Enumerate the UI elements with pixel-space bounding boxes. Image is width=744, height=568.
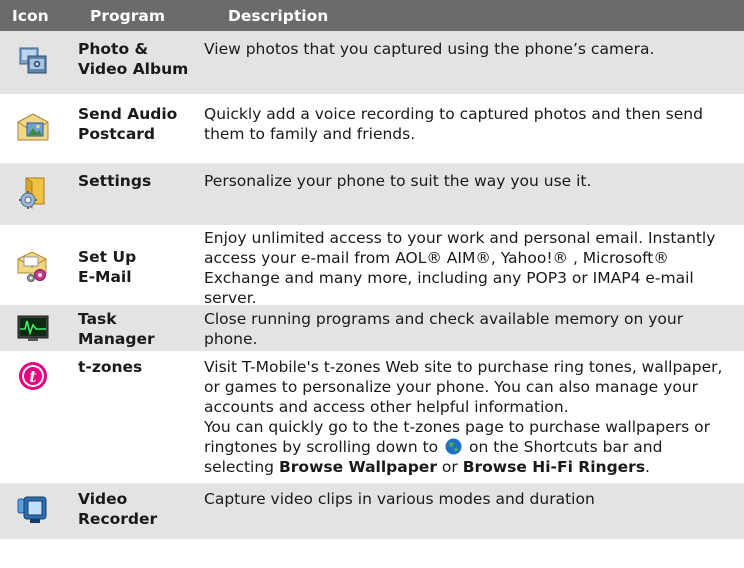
programs-table: Icon Program Description Photo & Video A…	[0, 0, 744, 539]
program-description: Personalize your phone to suit the way y…	[204, 172, 592, 190]
program-description: Close running programs and check availab…	[204, 310, 684, 348]
program-name: Photo & Video Album	[78, 40, 189, 78]
header-icon: Icon	[12, 6, 49, 25]
email-setup-icon	[17, 251, 47, 282]
program-description: Capture video clips in various modes and…	[204, 490, 595, 508]
table-row: Task Manager Close running programs and …	[0, 305, 744, 353]
globe-icon	[445, 438, 462, 455]
program-description: Enjoy unlimited access to your work and …	[204, 229, 716, 307]
audio-postcard-icon	[17, 113, 49, 141]
program-description: View photos that you captured using the …	[204, 40, 655, 58]
table-row: Set Up E-Mail Enjoy unlimited access to …	[0, 227, 744, 307]
program-name: Send Audio Postcard	[78, 105, 178, 143]
icon-cell	[0, 483, 66, 539]
icon-cell	[0, 227, 66, 303]
icon-cell	[0, 31, 66, 94]
video-recorder-icon	[17, 496, 47, 523]
program-name: Video Recorder	[78, 490, 158, 528]
program-name: t-zones	[78, 358, 143, 376]
photo-album-icon	[19, 47, 47, 74]
program-name: Task Manager	[78, 310, 155, 348]
table-row: t t-zones Visit T-Mobile's t-zones Web s…	[0, 353, 744, 483]
table-row: Video Recorder Capture video clips in va…	[0, 483, 744, 539]
table-row: Photo & Video Album View photos that you…	[0, 31, 744, 96]
program-description: Quickly add a voice recording to capture…	[204, 105, 703, 143]
program-description: Visit T-Mobile's t-zones Web site to pur…	[204, 358, 723, 476]
table-row: Send Audio Postcard Quickly add a voice …	[0, 96, 744, 163]
program-name: Set Up E-Mail	[78, 248, 137, 286]
header-program: Program	[90, 6, 166, 25]
settings-folder-icon	[19, 177, 45, 209]
header-description: Description	[228, 6, 329, 25]
icon-cell	[0, 163, 66, 225]
table-header: Icon Program Description	[0, 0, 744, 31]
icon-cell: t	[0, 353, 66, 481]
table-row: Settings Personalize your phone to suit …	[0, 163, 744, 227]
program-name: Settings	[78, 172, 152, 190]
t-zones-icon: t	[19, 362, 47, 390]
icon-cell	[0, 305, 66, 351]
icon-cell	[0, 96, 66, 161]
task-manager-icon	[17, 315, 49, 341]
svg-text:t: t	[29, 367, 37, 386]
